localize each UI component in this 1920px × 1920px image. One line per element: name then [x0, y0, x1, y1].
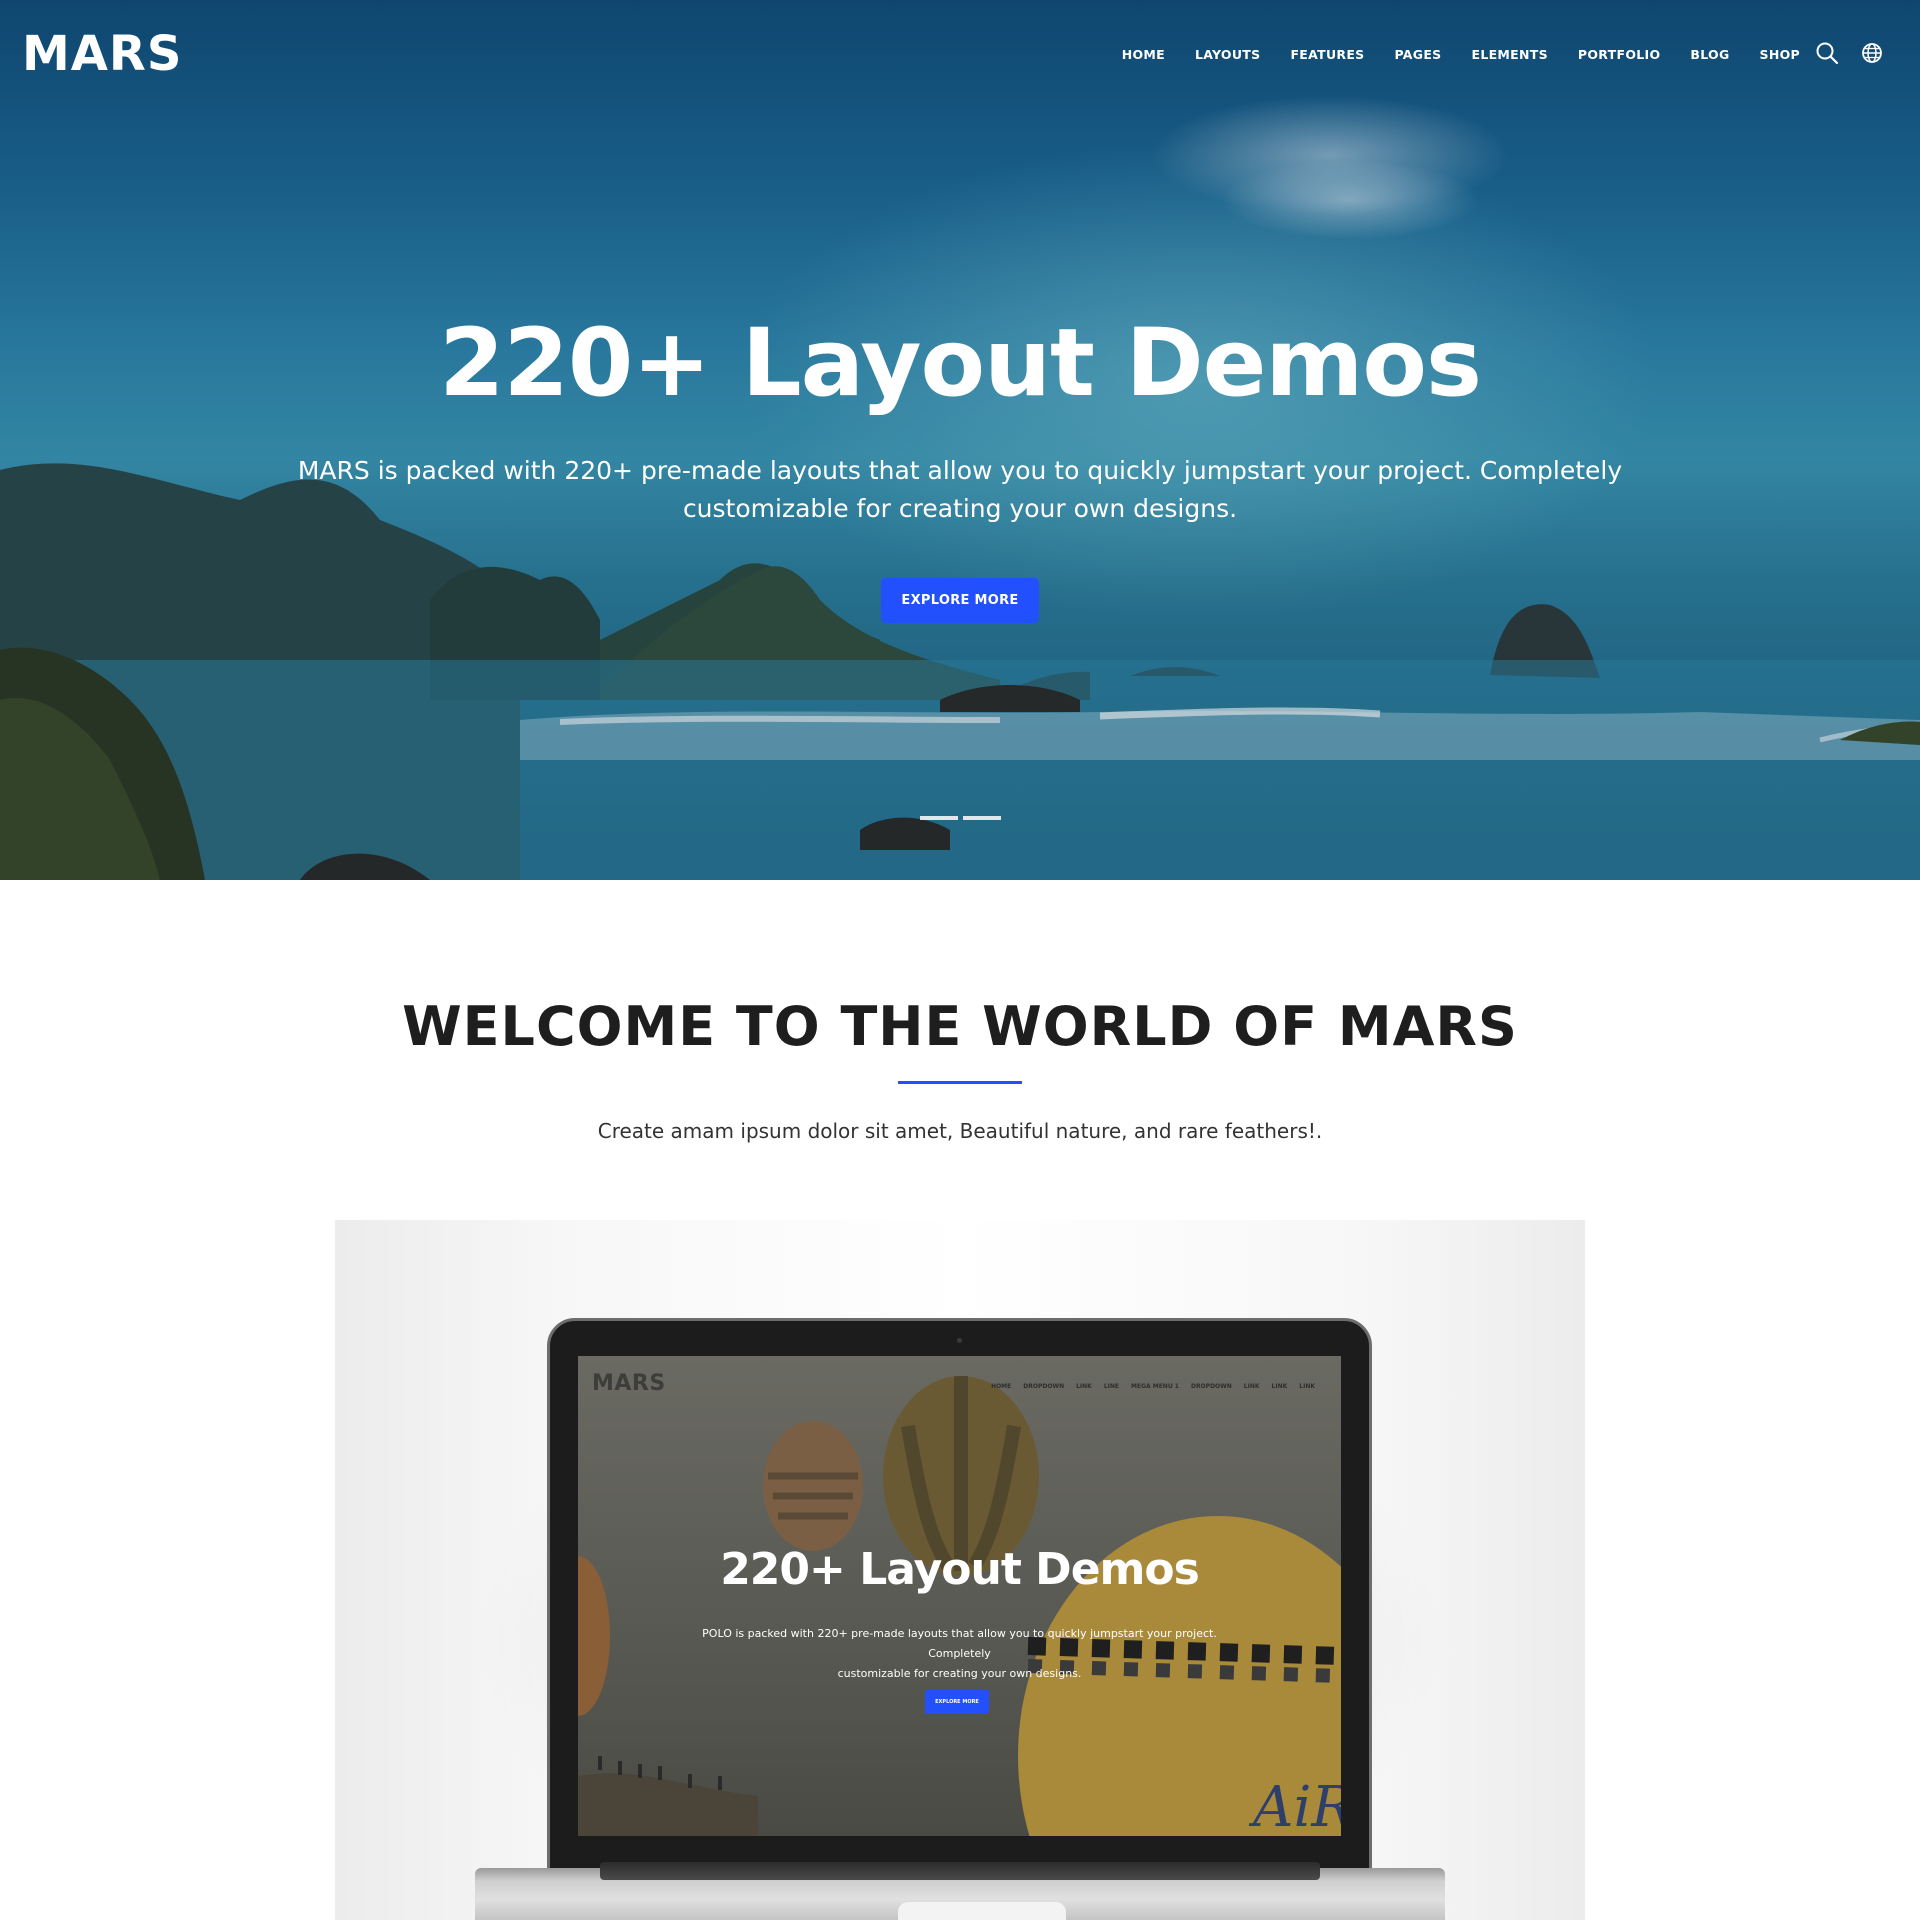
- main-nav: HOME LAYOUTS FEATURES PAGES ELEMENTS POR…: [1122, 46, 1800, 64]
- site-header: MARS HOME LAYOUTS FEATURES PAGES ELEMENT…: [0, 0, 1920, 110]
- nav-item-portfolio[interactable]: PORTFOLIO: [1578, 46, 1661, 64]
- mockup-nav-item: LINE: [1103, 1383, 1120, 1390]
- explore-more-button[interactable]: EXPLORE MORE: [881, 578, 1039, 623]
- nav-item-layouts[interactable]: LAYOUTS: [1195, 46, 1260, 64]
- mockup-explore-button: EXPLORE MORE: [925, 1690, 989, 1714]
- slider-dot-2[interactable]: [963, 816, 1001, 820]
- mockup-nav-item: HOME: [991, 1383, 1012, 1390]
- mockup-nav-item: LINK: [1271, 1383, 1288, 1390]
- mockup-nav-item: LINK: [1243, 1383, 1260, 1390]
- hero-overlay: [0, 0, 1920, 880]
- nav-item-shop[interactable]: SHOP: [1760, 46, 1800, 64]
- mockup-nav-item: DROPDOWN: [1190, 1383, 1232, 1390]
- mockup-nav-item: LINK: [1076, 1383, 1092, 1390]
- globe-icon[interactable]: [1859, 40, 1885, 66]
- nav-item-pages[interactable]: PAGES: [1394, 46, 1441, 64]
- nav-item-home[interactable]: HOME: [1122, 46, 1165, 64]
- hero-subtitle-line: customizable for creating your own desig…: [682, 494, 1238, 523]
- title-underline: [898, 1081, 1022, 1084]
- nav-item-elements[interactable]: ELEMENTS: [1471, 46, 1547, 64]
- mockup-title: 220+ Layout Demos: [720, 1544, 1200, 1595]
- slider-pagination: [920, 816, 1001, 820]
- slider-dot-1[interactable]: [920, 816, 958, 820]
- mockup-nav: HOME DROPDOWN LINK LINE MEGA MENU 1 DROP…: [991, 1383, 1315, 1390]
- svg-text:AiR: AiR: [1248, 1775, 1341, 1836]
- welcome-title: WELCOME TO THE WORLD OF MARS: [402, 995, 1518, 1058]
- mockup-subtitle-line: customizable for creating your own desig…: [837, 1667, 1082, 1680]
- search-icon[interactable]: [1814, 40, 1840, 66]
- hero-slider: MARS HOME LAYOUTS FEATURES PAGES ELEMENT…: [0, 0, 1920, 880]
- mockup-subtitle-line: POLO is packed with 220+ pre-made layout…: [702, 1627, 1217, 1660]
- hero-subtitle-line: MARS is packed with 220+ pre-made layout…: [297, 456, 1623, 485]
- site-logo[interactable]: MARS: [22, 26, 182, 82]
- mockup-logo: MARS: [592, 1371, 666, 1396]
- mockup-nav-item: LINK: [1299, 1383, 1315, 1390]
- nav-item-blog[interactable]: BLOG: [1690, 46, 1729, 64]
- nav-item-features[interactable]: FEATURES: [1290, 46, 1364, 64]
- camera-icon: [957, 1338, 962, 1343]
- mockup-nav-item: DROPDOWN: [1023, 1383, 1065, 1390]
- welcome-text: Create amam ipsum dolor sit amet, Beauti…: [597, 1119, 1323, 1143]
- laptop-screen: AiR MARS HOME DROPDOWN LINK LINE MEGA ME…: [578, 1356, 1341, 1836]
- hero-subtitle: MARS is packed with 220+ pre-made layout…: [290, 452, 1630, 528]
- laptop-keyboard: [600, 1862, 1320, 1880]
- hero-title: 220+ Layout Demos: [439, 309, 1482, 418]
- mockup-subtitle: POLO is packed with 220+ pre-made layout…: [678, 1624, 1241, 1684]
- balloons-background-image: AiR: [578, 1376, 1341, 1836]
- mockup-nav-item: MEGA MENU 1: [1131, 1383, 1179, 1390]
- laptop-notch: [898, 1902, 1066, 1920]
